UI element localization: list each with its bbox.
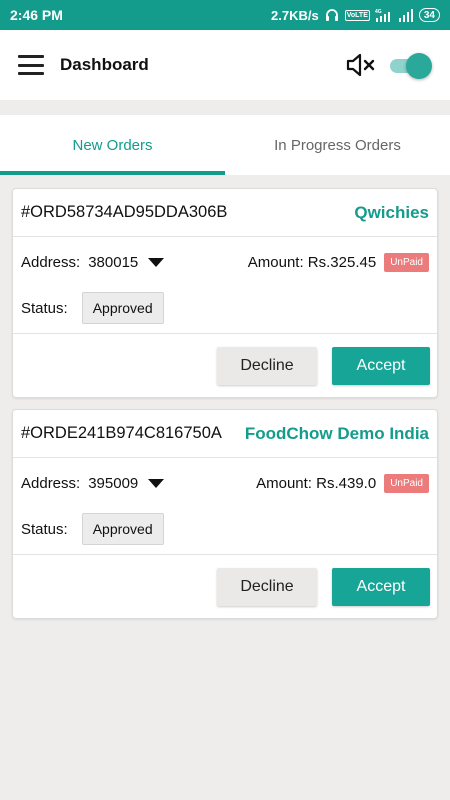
order-status-chip: Approved	[81, 292, 164, 324]
order-id: #ORD58734AD95DDA306B	[21, 203, 228, 221]
address-label: Address:	[21, 253, 81, 271]
menu-icon[interactable]	[18, 55, 44, 75]
volume-mute-icon[interactable]	[345, 52, 377, 78]
battery-icon: 34	[418, 8, 440, 22]
order-amount: Amount: Rs.325.45	[247, 253, 377, 271]
status-icons: 2.7KB/s VoLTE 4G 34	[271, 7, 440, 23]
status-row: Status: Approved	[13, 506, 437, 552]
accept-button[interactable]: Accept	[332, 346, 430, 385]
order-status-chip: Approved	[81, 513, 164, 545]
caret-down-icon[interactable]	[148, 478, 165, 488]
address-label: Address:	[21, 474, 81, 492]
status-time: 2:46 PM	[10, 7, 63, 23]
network-type-label: 4G	[375, 9, 382, 15]
app-bar: Dashboard	[0, 30, 450, 100]
decline-button[interactable]: Decline	[217, 567, 317, 606]
restaurant-name: FoodChow Demo India	[244, 423, 429, 443]
tab-in-progress-orders[interactable]: In Progress Orders	[225, 115, 450, 175]
order-amount: Amount: Rs.439.0	[256, 474, 377, 492]
page-title: Dashboard	[60, 55, 149, 74]
decline-button[interactable]: Decline	[217, 346, 317, 385]
address-value: 380015	[88, 253, 139, 271]
payment-status-badge: UnPaid	[384, 473, 429, 493]
order-actions: Decline Accept	[13, 554, 437, 618]
payment-status-badge: UnPaid	[384, 252, 429, 272]
order-card-header: #ORD58734AD95DDA306B Qwichies	[13, 189, 437, 237]
order-id: #ORDE241B974C816750A	[21, 424, 222, 442]
accept-button[interactable]: Accept	[332, 567, 430, 606]
headset-icon	[324, 7, 340, 23]
address-row: Address: 395009 Amount: Rs.439.0 UnPaid	[13, 460, 437, 506]
address-row: Address: 380015 Amount: Rs.325.45 UnPaid	[13, 239, 437, 285]
signal-icon	[398, 8, 414, 22]
order-card: #ORDE241B974C816750A FoodChow Demo India…	[12, 409, 438, 619]
order-tabs: New Orders In Progress Orders	[0, 115, 450, 175]
tab-new-orders[interactable]: New Orders	[0, 115, 225, 175]
order-card: #ORD58734AD95DDA306B Qwichies Address: 3…	[12, 188, 438, 398]
address-value: 395009	[88, 474, 139, 492]
net-speed: 2.7KB/s	[271, 7, 319, 23]
signal-4g-icon: 4G	[375, 8, 393, 22]
volte-icon: VoLTE	[344, 9, 370, 21]
caret-down-icon[interactable]	[148, 257, 165, 267]
order-card-header: #ORDE241B974C816750A FoodChow Demo India	[13, 410, 437, 458]
status-bar: 2:46 PM 2.7KB/s VoLTE 4G 34	[0, 0, 450, 30]
sound-toggle[interactable]	[388, 53, 432, 79]
restaurant-name: Qwichies	[354, 202, 429, 222]
order-actions: Decline Accept	[13, 333, 437, 397]
status-label: Status:	[21, 299, 68, 317]
status-row: Status: Approved	[13, 285, 437, 331]
status-label: Status:	[21, 520, 68, 538]
toggle-knob	[406, 53, 432, 79]
